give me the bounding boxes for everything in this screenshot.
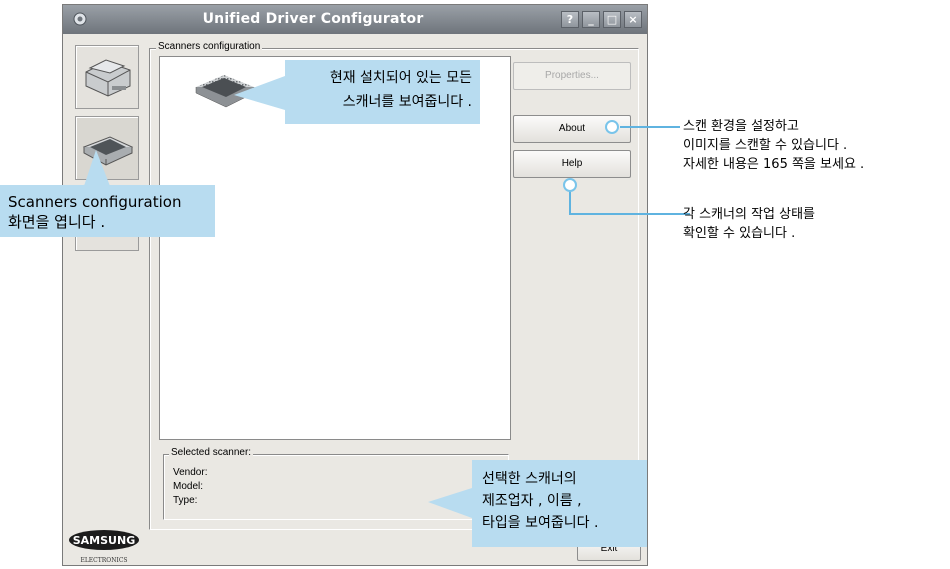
- about-annotation: 스캔 환경을 설정하고 이미지를 스캔할 수 있습니다 . 자세한 내용은 16…: [683, 119, 865, 172]
- help-marker: [563, 178, 577, 192]
- help-annotation: 각 스캐너의 작업 상태를 확인할 수 있습니다 .: [683, 207, 815, 241]
- callout-open-scanners: Scanners configuration 화면을 엽니다 .: [0, 185, 215, 237]
- about-marker: [605, 120, 619, 134]
- callout-selected-scanner: 선택한 스캐너의 제조업자 , 이름 , 타입을 보여줍니다 .: [472, 460, 647, 547]
- callout-scanner-list: 현재 설치되어 있는 모든 스캐너를 보여줍니다 .: [285, 60, 480, 124]
